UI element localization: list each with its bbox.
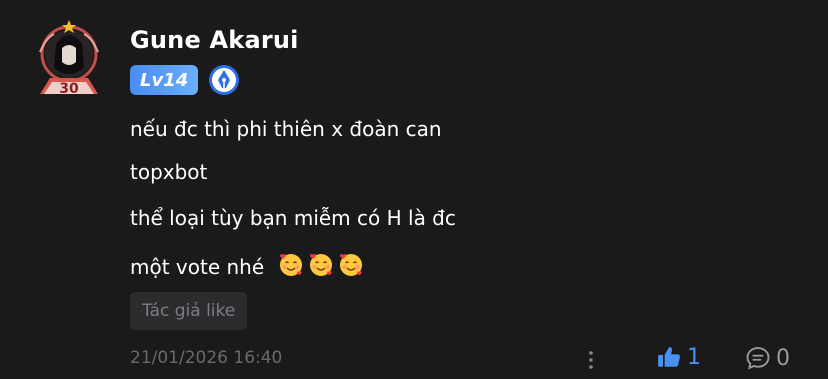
- avatar-frame: 30: [39, 20, 99, 97]
- smiling-face-with-hearts-icon: [279, 254, 302, 276]
- author-badges: Lv14: [130, 64, 240, 96]
- like-button[interactable]: 1: [656, 344, 701, 370]
- comment-bubble-icon: [746, 347, 770, 370]
- comment-line-with-emoji: một vote nhé: [130, 250, 367, 279]
- avatar[interactable]: 30: [36, 18, 102, 100]
- comment-count: 0: [776, 345, 790, 371]
- comment-line: topxbot: [130, 160, 208, 184]
- avatar-frame-number: 30: [59, 81, 79, 97]
- author-liked-chip: Tác giả like: [130, 292, 248, 330]
- thumbs-up-icon: [658, 347, 680, 367]
- comment-line: một vote nhé: [130, 255, 265, 279]
- reply-button[interactable]: 0: [744, 344, 790, 372]
- emoji-row: [277, 250, 367, 278]
- smiling-face-with-hearts-icon: [339, 254, 362, 276]
- comment-line: thể loại tùy bạn miễm có H là đc: [130, 206, 456, 230]
- more-options-icon[interactable]: [583, 348, 599, 372]
- timestamp: 21/01/2026 16:40: [130, 348, 283, 368]
- pen-nib-icon: [209, 65, 240, 95]
- smiling-face-with-hearts-icon: [309, 254, 332, 276]
- level-badge: Lv14: [130, 65, 199, 95]
- comment-line: nếu đc thì phi thiên x đoàn can: [130, 117, 442, 141]
- like-count: 1: [687, 344, 701, 370]
- author-name[interactable]: Gune Akarui: [130, 26, 299, 54]
